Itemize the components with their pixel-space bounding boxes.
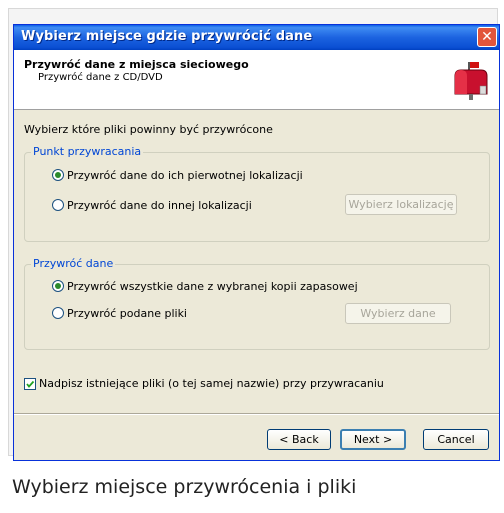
header-title: Przywróć dane z miejsca sieciowego [24,58,249,71]
restore-dialog: Wybierz miejsce gdzie przywrócić dane ✕ … [13,24,500,461]
footer-separator [14,413,499,415]
radio-button-checked[interactable] [52,280,64,292]
choose-data-button[interactable]: Wybierz dane [345,303,451,324]
back-button[interactable]: < Back [267,429,331,450]
checkmark-icon [26,380,35,388]
next-button[interactable]: Next > [340,429,406,450]
cancel-button[interactable]: Cancel [423,429,489,450]
title-bar[interactable]: Wybierz miejsce gdzie przywrócić dane ✕ [14,25,499,50]
close-button[interactable]: ✕ [477,27,497,47]
header-subtitle: Przywróć dane z CD/DVD [38,72,163,83]
restore-data-legend: Przywróć dane [31,257,116,270]
overwrite-label: Nadpisz istniejące pliki (o tej samej na… [39,377,384,390]
radio-label: Przywróć dane do ich pierwotnej lokaliza… [67,168,303,182]
restore-point-legend: Punkt przywracania [31,145,144,158]
radio-label: Przywróć dane do innej lokalizacji [67,198,252,212]
radio-specified-files[interactable]: Przywróć podane pliki [52,306,187,320]
window-title: Wybierz miejsce gdzie przywrócić dane [21,29,313,44]
instruction-text: Wybierz które pliki powinny być przywróc… [24,123,273,136]
mailbox-icon [454,62,488,100]
figure-caption: Wybierz miejsce przywrócenia i pliki [12,476,357,498]
overwrite-checkbox[interactable] [24,377,36,390]
radio-other-location[interactable]: Przywróć dane do innej lokalizacji [52,198,252,212]
radio-original-location[interactable]: Przywróć dane do ich pierwotnej lokaliza… [52,168,303,182]
radio-button-checked[interactable] [52,169,64,181]
radio-button[interactable] [52,199,64,211]
wizard-header: Przywróć dane z miejsca sieciowego Przyw… [14,50,499,110]
overwrite-checkbox-row[interactable]: Nadpisz istniejące pliki (o tej samej na… [24,377,384,390]
choose-location-button[interactable]: Wybierz lokalizację [345,194,457,215]
radio-label: Przywróć wszystkie dane z wybranej kopii… [67,279,358,293]
radio-button[interactable] [52,307,64,319]
radio-all-data[interactable]: Przywróć wszystkie dane z wybranej kopii… [52,279,358,293]
radio-label: Przywróć podane pliki [67,306,187,320]
